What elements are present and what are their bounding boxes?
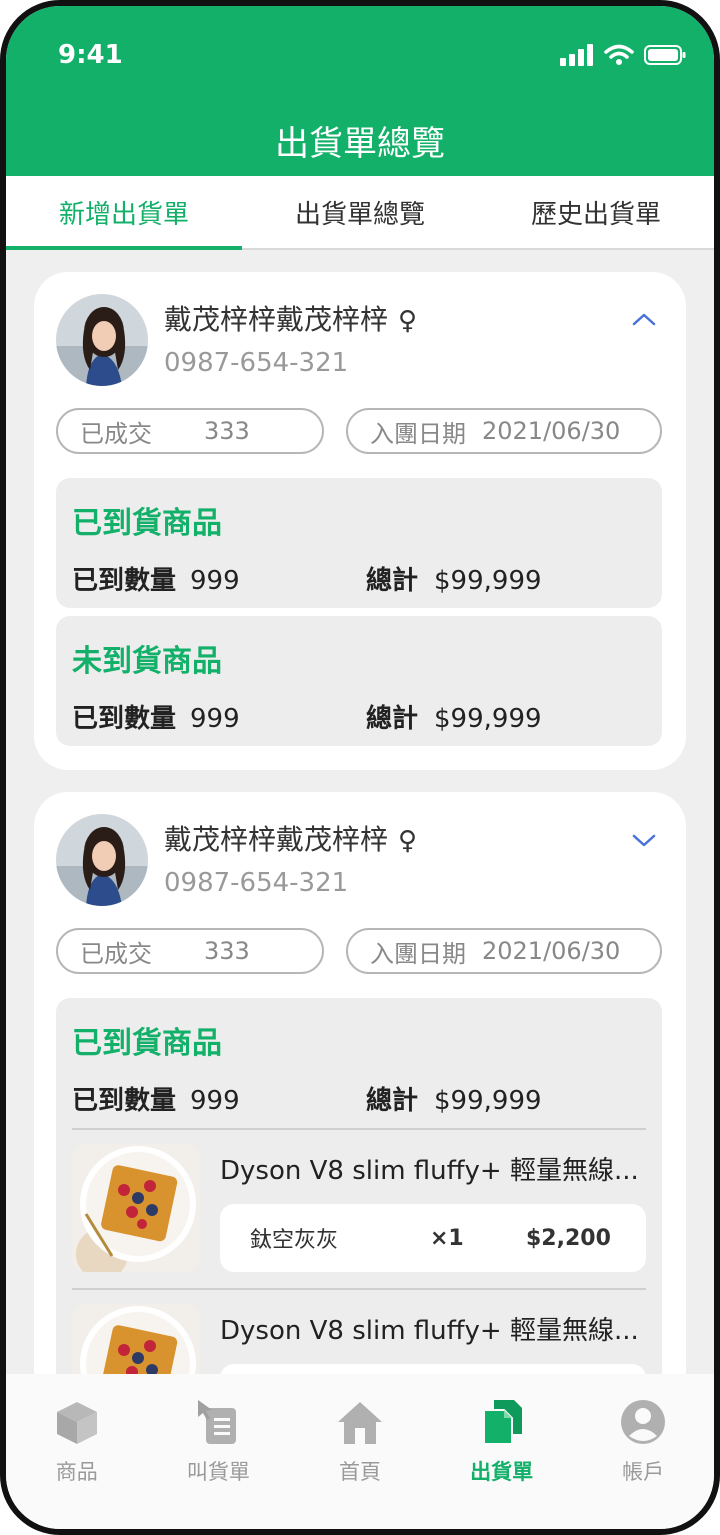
tab-shipment-history[interactable]: 歷史出貨單 (478, 176, 714, 248)
customer-name-text: 戴茂梓梓戴茂梓梓 (164, 303, 389, 336)
not-arrived-total-value: $99,999 (434, 704, 542, 734)
join-date-label: 入團日期 (370, 419, 466, 448)
arrived-section: 已到貨商品 已到數量 999 總計 $99,999 (56, 478, 662, 608)
nav-label-products: 商品 (55, 1460, 98, 1484)
arrived-total-value: $99,999 (434, 1086, 542, 1116)
product-image[interactable] (72, 1304, 200, 1374)
variant-qty: ×1 (430, 1225, 464, 1251)
variant-name: 鈦空灰灰 (250, 1228, 339, 1253)
arrived-total-label: 總計 (366, 1086, 419, 1116)
not-arrived-total-label: 總計 (366, 704, 419, 734)
not-arrived-qty: 已到數量 999 (72, 698, 240, 735)
join-date: 2021/06/30 (482, 937, 621, 965)
arrived-total: 總計 $99,999 (366, 560, 542, 597)
arrived-section: 已到貨商品 已到數量 999 總計 $99,999 (56, 998, 662, 1374)
nav-label-account: 帳戶 (622, 1460, 665, 1484)
signal-icon (560, 44, 593, 66)
not-arrived-section: 未到貨商品 已到數量 999 總計 $99,999 (56, 616, 662, 746)
nav-label-purchase-orders: 叫貨單 (186, 1460, 250, 1484)
female-icon: ♀ (398, 306, 418, 336)
join-date-pill: 入團日期 2021/06/30 (346, 408, 662, 454)
wifi-icon (604, 44, 634, 65)
join-date: 2021/06/30 (482, 417, 621, 445)
order-list-icon (198, 1400, 237, 1444)
status-icons (560, 44, 686, 66)
chevron-down-icon[interactable] (630, 826, 658, 854)
deal-count: 333 (204, 937, 250, 965)
nav-label-home: 首頁 (338, 1460, 381, 1484)
nav-item-home[interactable]: 首頁 (289, 1398, 431, 1529)
product-variant-row[interactable] (220, 1364, 646, 1374)
deal-label: 已成交 (80, 939, 152, 968)
join-date-pill: 入團日期 2021/06/30 (346, 928, 662, 974)
page-title: 出貨單總覽 (275, 124, 445, 164)
phone-frame: 9:41 出貨單總覽 新增出貨單 出貨單總覽 歷史出貨單 戴茂梓梓戴茂梓梓 ♀ … (0, 0, 720, 1535)
tab-bar: 新增出貨單 出貨單總覽 歷史出貨單 (6, 176, 714, 250)
not-arrived-qty-value: 999 (190, 704, 240, 734)
box-icon (56, 1402, 97, 1444)
home-icon (337, 1402, 382, 1444)
battery-icon (644, 45, 686, 65)
order-card: 戴茂梓梓戴茂梓梓 ♀ 0987-654-321 已成交 333 入團日期 2021… (34, 792, 686, 1374)
tab-shipment-overview[interactable]: 出貨單總覽 (242, 176, 478, 248)
nav-item-purchase-orders[interactable]: 叫貨單 (148, 1398, 290, 1529)
divider (72, 1288, 646, 1290)
nav-item-account[interactable]: 帳戶 (572, 1398, 714, 1529)
chevron-up-icon[interactable] (630, 306, 658, 334)
arrived-qty-label: 已到數量 (72, 566, 177, 596)
arrived-qty-label: 已到數量 (72, 1086, 177, 1116)
not-arrived-qty-label: 已到數量 (72, 704, 177, 734)
arrived-total: 總計 $99,999 (366, 1080, 542, 1117)
product-name: Dyson V8 slim fluffy+ 輕量無線... (220, 1316, 639, 1346)
arrived-total-value: $99,999 (434, 566, 542, 596)
customer-name-text: 戴茂梓梓戴茂梓梓 (164, 823, 389, 856)
tab-new-shipment[interactable]: 新增出貨單 (6, 176, 242, 250)
customer-name: 戴茂梓梓戴茂梓梓 ♀ (164, 298, 417, 338)
customer-name: 戴茂梓梓戴茂梓梓 ♀ (164, 818, 417, 858)
avatar (56, 814, 148, 906)
arrived-total-label: 總計 (366, 566, 419, 596)
nav-item-products[interactable]: 商品 (6, 1398, 148, 1529)
arrived-title: 已到貨商品 (72, 1026, 222, 1061)
product-variant-row[interactable]: 鈦空灰灰 ×1 $2,200 (220, 1204, 646, 1272)
deal-count-pill: 已成交 333 (56, 928, 324, 974)
product-name: Dyson V8 slim fluffy+ 輕量無線... (220, 1156, 639, 1186)
variant-price: $2,200 (526, 1225, 611, 1251)
documents-icon (482, 1400, 522, 1445)
product-image[interactable] (72, 1144, 200, 1272)
customer-phone: 0987-654-321 (164, 868, 349, 898)
bottom-nav: 商品 叫貨單 首頁 出貨單 帳戶 (6, 1374, 714, 1529)
arrived-qty: 已到數量 999 (72, 560, 240, 597)
not-arrived-title: 未到貨商品 (72, 644, 222, 679)
arrived-title: 已到貨商品 (72, 506, 222, 541)
status-time: 9:41 (58, 40, 123, 70)
arrived-qty-value: 999 (190, 1086, 240, 1116)
account-icon (621, 1400, 666, 1444)
divider (72, 1128, 646, 1130)
order-card: 戴茂梓梓戴茂梓梓 ♀ 0987-654-321 已成交 333 入團日期 2021… (34, 272, 686, 770)
female-icon: ♀ (398, 826, 418, 856)
deal-label: 已成交 (80, 419, 152, 448)
order-list[interactable]: 戴茂梓梓戴茂梓梓 ♀ 0987-654-321 已成交 333 入團日期 2021… (6, 252, 714, 1374)
deal-count: 333 (204, 417, 250, 445)
nav-label-shipments: 出貨單 (470, 1460, 534, 1484)
not-arrived-total: 總計 $99,999 (366, 698, 542, 735)
app-header: 9:41 出貨單總覽 (6, 6, 714, 176)
deal-count-pill: 已成交 333 (56, 408, 324, 454)
arrived-qty: 已到數量 999 (72, 1080, 240, 1117)
customer-phone: 0987-654-321 (164, 348, 349, 378)
join-date-label: 入團日期 (370, 939, 466, 968)
arrived-qty-value: 999 (190, 566, 240, 596)
nav-item-shipments[interactable]: 出貨單 (431, 1398, 573, 1529)
avatar (56, 294, 148, 386)
